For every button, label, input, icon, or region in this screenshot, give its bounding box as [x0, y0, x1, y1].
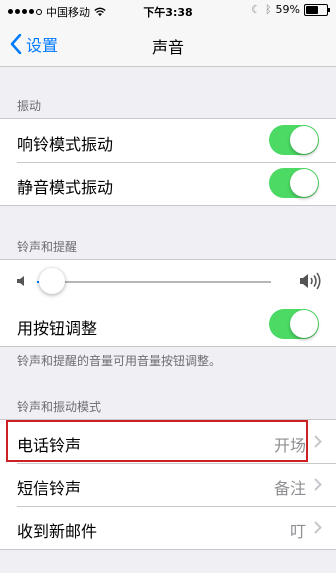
- battery-percent: 59%: [275, 3, 300, 16]
- volume-high-icon: [300, 272, 321, 290]
- section-header-ringer: 铃声和提醒: [17, 240, 78, 254]
- ringer-volume-row: [0, 260, 336, 303]
- new-mail-row[interactable]: 收到新邮件 叮: [0, 506, 336, 549]
- navigation-bar: 设置 声音: [0, 22, 336, 67]
- text-tone-row[interactable]: 短信铃声 备注: [0, 463, 336, 506]
- volume-slider-track[interactable]: [53, 281, 271, 283]
- silent-vibrate-toggle[interactable]: [269, 168, 319, 198]
- ringer-group: 用按钮调整: [0, 259, 336, 347]
- silent-vibrate-row: 静音模式振动: [0, 162, 336, 205]
- section-header-patterns: 铃声和振动模式: [17, 400, 102, 414]
- ring-vibrate-row: 响铃模式振动: [0, 119, 336, 162]
- ringtone-highlight-box: [6, 420, 308, 462]
- status-bar: 中国移动 下午3:38 ☾ ᛒ 59%: [0, 0, 336, 22]
- ring-vibrate-label: 响铃模式振动: [17, 135, 114, 154]
- adjust-with-buttons-toggle[interactable]: [269, 309, 319, 339]
- chevron-right-icon: [314, 478, 322, 491]
- section-header-vibration: 振动: [17, 99, 42, 113]
- battery-icon: [304, 3, 330, 16]
- volume-low-icon: [17, 276, 24, 286]
- vibration-group: 响铃模式振动 静音模式振动: [0, 118, 336, 206]
- page-title: 声音: [151, 38, 184, 57]
- chevron-right-icon: [314, 521, 322, 534]
- ring-vibrate-toggle[interactable]: [269, 125, 319, 155]
- moon-icon: ☾: [251, 3, 261, 16]
- new-mail-label: 收到新邮件: [17, 522, 98, 541]
- ringer-footer-note: 铃声和提醒的音量可用音量按钮调整。: [17, 354, 222, 368]
- silent-vibrate-label: 静音模式振动: [17, 178, 114, 197]
- adjust-with-buttons-label: 用按钮调整: [17, 319, 98, 338]
- adjust-with-buttons-row: 用按钮调整: [0, 303, 336, 346]
- text-tone-value: 备注: [273, 479, 306, 498]
- text-tone-label: 短信铃声: [17, 479, 82, 498]
- chevron-right-icon: [314, 435, 322, 448]
- status-right: ☾ ᛒ 59%: [251, 3, 330, 16]
- bluetooth-icon: ᛒ: [264, 3, 272, 16]
- volume-slider-thumb[interactable]: [39, 268, 65, 294]
- new-mail-value: 叮: [289, 522, 306, 541]
